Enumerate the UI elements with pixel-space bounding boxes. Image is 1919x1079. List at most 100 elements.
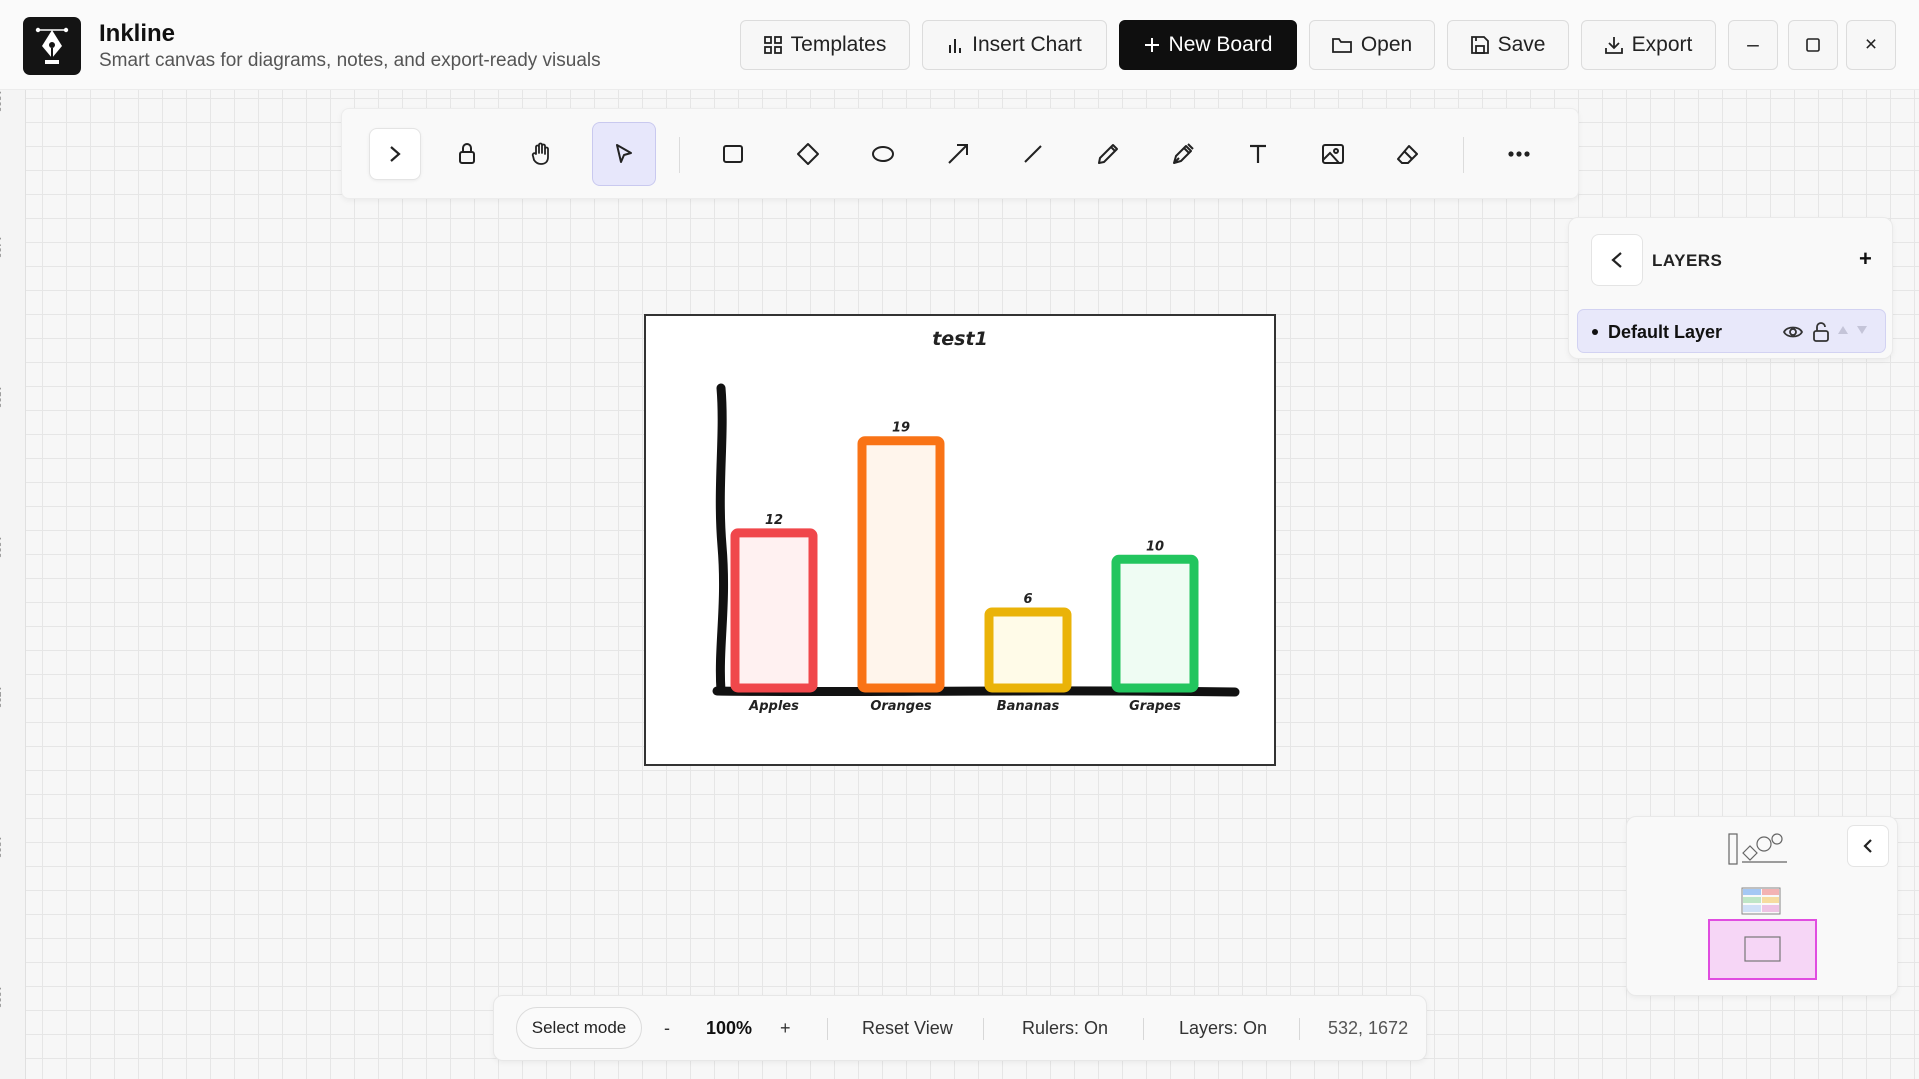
close-button[interactable]: × <box>1846 20 1896 70</box>
rulers-toggle[interactable]: Rulers: On <box>1022 1018 1108 1039</box>
hand-tool[interactable] <box>509 122 573 186</box>
toolbar-divider <box>679 137 680 173</box>
open-button[interactable]: Open <box>1309 20 1435 70</box>
ruler-tick: 1600 <box>0 536 2 559</box>
expand-toolbar-button[interactable] <box>369 128 421 180</box>
templates-button[interactable]: Templates <box>740 20 910 70</box>
line-icon <box>1024 145 1042 163</box>
status-divider <box>827 1018 828 1040</box>
image-tool[interactable] <box>1301 122 1365 186</box>
lock-tool[interactable] <box>435 122 499 186</box>
minimap <box>1626 816 1898 996</box>
layers-panel: LAYERS + Default Layer <box>1568 217 1893 359</box>
save-icon <box>1470 36 1489 54</box>
templates-label: Templates <box>790 33 887 56</box>
status-bar: Select mode - 100% + Reset View Rulers: … <box>493 995 1427 1061</box>
status-divider <box>1299 1018 1300 1040</box>
move-layer-up-icon[interactable] <box>1837 325 1849 335</box>
chart-title: test1 <box>932 328 988 350</box>
lock-icon <box>459 143 475 164</box>
download-icon <box>1604 37 1623 54</box>
chevron-left-icon <box>1611 252 1622 268</box>
arrow-icon <box>948 144 968 164</box>
app-header: Inkline Smart canvas for diagrams, notes… <box>0 0 1919 90</box>
layers-toggle[interactable]: Layers: On <box>1179 1018 1267 1039</box>
eye-icon[interactable] <box>1782 321 1804 343</box>
new-board-button[interactable]: New Board <box>1119 20 1297 70</box>
layer-name: Default Layer <box>1608 322 1723 342</box>
chart-board[interactable]: test1 12 Apples 19 Oranges 6 Bananas 10 Grapes <box>644 314 1276 766</box>
text-tool[interactable] <box>1226 122 1290 186</box>
export-button[interactable]: Export <box>1581 20 1716 70</box>
layer-item[interactable]: Default Layer <box>1577 309 1886 353</box>
layers-title: LAYERS <box>1652 251 1723 270</box>
more-tools-button[interactable] <box>1487 122 1551 186</box>
layer-bullet-icon <box>1592 329 1598 335</box>
folder-icon <box>1331 37 1352 53</box>
pencil-tool[interactable] <box>1076 122 1140 186</box>
text-icon <box>1250 144 1266 163</box>
ellipse-tool[interactable] <box>851 122 915 186</box>
save-label: Save <box>1497 33 1546 56</box>
diamond-icon <box>797 143 819 165</box>
bar-value-label: 19 <box>892 421 910 436</box>
move-layer-down-icon[interactable] <box>1856 325 1868 335</box>
toolbar-divider <box>1463 137 1464 173</box>
select-mode-button[interactable]: Select mode <box>516 1007 642 1049</box>
unlock-icon[interactable] <box>1812 321 1830 343</box>
arrow-tool[interactable] <box>926 122 990 186</box>
hand-icon <box>531 142 549 165</box>
minimap-preview[interactable] <box>1627 817 1899 997</box>
ruler-tick: 1300 <box>0 90 2 113</box>
chevron-right-icon <box>390 146 401 162</box>
bar-oranges <box>857 436 945 693</box>
cursor-icon <box>616 144 632 163</box>
add-layer-button[interactable]: + <box>1859 246 1872 272</box>
save-button[interactable]: Save <box>1447 20 1569 70</box>
category-label: Oranges <box>870 699 932 714</box>
pencil-icon <box>1098 144 1118 164</box>
category-label: Apples <box>748 699 799 714</box>
export-label: Export <box>1631 33 1693 56</box>
pen-tool[interactable] <box>1151 122 1215 186</box>
rectangle-icon <box>723 145 743 163</box>
insert-chart-button[interactable]: Insert Chart <box>922 20 1107 70</box>
line-tool[interactable] <box>1001 122 1065 186</box>
status-divider <box>1143 1018 1144 1040</box>
bar-grapes <box>1111 554 1199 693</box>
bar-chart: test1 12 Apples 19 Oranges 6 Bananas 10 Grapes <box>712 328 1240 714</box>
cursor-coordinates: 532, 1672 <box>1328 1018 1409 1038</box>
category-label: Grapes <box>1129 699 1181 714</box>
app-subtitle: Smart canvas for diagrams, notes, and ex… <box>99 50 601 71</box>
ruler-tick: 1500 <box>0 386 2 409</box>
select-tool[interactable] <box>592 122 656 186</box>
reset-view-button[interactable]: Reset View <box>862 1018 953 1039</box>
maximize-button[interactable] <box>1788 20 1838 70</box>
zoom-out-button[interactable]: - <box>664 1018 670 1039</box>
eraser-tool[interactable] <box>1376 122 1440 186</box>
bar-bananas <box>984 607 1072 693</box>
diamond-tool[interactable] <box>776 122 840 186</box>
close-label: × <box>1864 33 1878 56</box>
maximize-icon <box>1806 38 1820 52</box>
app-logo-icon <box>23 17 81 75</box>
vertical-ruler: 1300 1400 1500 1600 1700 1800 1900 <box>0 90 26 1079</box>
layers-collapse-button[interactable] <box>1591 234 1643 286</box>
y-axis-line <box>715 383 729 696</box>
ruler-tick: 1900 <box>0 986 2 1009</box>
bar-value-label: 12 <box>765 513 783 528</box>
insert-chart-label: Insert Chart <box>972 33 1082 56</box>
zoom-level: 100% <box>706 1018 753 1038</box>
minimize-button[interactable]: – <box>1728 20 1778 70</box>
more-icon <box>1508 151 1530 157</box>
minimize-label: – <box>1747 33 1759 56</box>
eraser-icon <box>1397 145 1418 164</box>
bar-value-label: 6 <box>1023 592 1032 607</box>
open-label: Open <box>1360 33 1413 56</box>
category-label: Bananas <box>997 699 1060 714</box>
ruler-tick: 1800 <box>0 836 2 859</box>
bar-chart-icon <box>949 39 962 53</box>
rectangle-tool[interactable] <box>701 122 765 186</box>
zoom-in-button[interactable]: + <box>780 1018 791 1039</box>
ellipse-icon <box>872 146 894 162</box>
